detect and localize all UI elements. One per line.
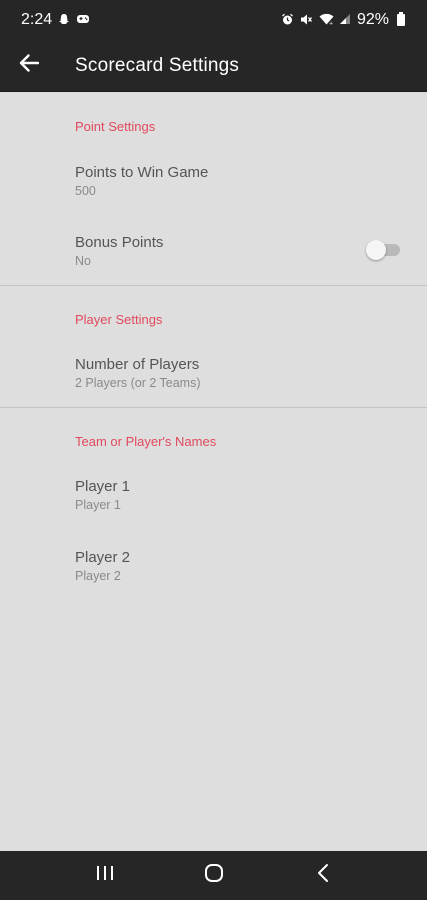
- toggle-thumb: [366, 240, 386, 260]
- pref-player-1[interactable]: Player 1 Player 1: [0, 464, 427, 534]
- home-icon: [204, 863, 224, 888]
- svg-text:+: +: [329, 21, 333, 25]
- bonus-points-toggle[interactable]: [366, 240, 400, 260]
- pref-title: Bonus Points: [75, 234, 164, 251]
- home-button[interactable]: [184, 851, 244, 900]
- pref-player-2[interactable]: Player 2 Player 2: [0, 535, 427, 605]
- status-right: + 92%: [281, 11, 405, 29]
- pref-summary: Player 2: [75, 569, 121, 583]
- section-header-names: Team or Player's Names: [75, 434, 217, 449]
- divider: [0, 407, 427, 408]
- app-bar: Scorecard Settings: [0, 40, 427, 92]
- back-button[interactable]: [0, 40, 60, 92]
- status-left: 2:24: [21, 11, 90, 29]
- section-header-player-settings: Player Settings: [75, 312, 163, 327]
- pref-title: Player 2: [75, 549, 131, 566]
- pref-title: Points to Win Game: [75, 164, 209, 181]
- mute-icon: [300, 13, 313, 28]
- back-arrow-icon: [19, 54, 40, 77]
- pref-points-to-win[interactable]: Points to Win Game 500: [0, 148, 427, 218]
- pref-bonus-points[interactable]: Bonus Points No: [0, 218, 427, 286]
- pref-summary: Player 1: [75, 498, 121, 512]
- pref-summary: No: [75, 254, 91, 268]
- wifi-icon: +: [319, 13, 334, 27]
- signal-icon: [339, 13, 351, 27]
- status-bar: 2:24 + 92%: [0, 0, 427, 40]
- battery-percent: 92%: [356, 11, 389, 28]
- pref-title: Player 1: [75, 478, 131, 495]
- navigation-bar: [0, 851, 427, 900]
- nav-back-button[interactable]: [293, 851, 353, 900]
- pref-summary: 2 Players (or 2 Teams): [75, 376, 201, 390]
- snapchat-icon: [58, 13, 70, 27]
- recents-button[interactable]: [75, 851, 135, 900]
- status-time: 2:24: [21, 11, 53, 28]
- battery-icon: [397, 12, 405, 26]
- settings-list: Point Settings Points to Win Game 500 Bo…: [0, 92, 427, 851]
- recents-icon: [96, 865, 114, 886]
- pref-title: Number of Players: [75, 356, 200, 373]
- divider: [0, 285, 427, 286]
- back-icon: [317, 863, 329, 888]
- alarm-icon: [281, 13, 294, 28]
- section-header-point-settings: Point Settings: [75, 119, 156, 134]
- page-title: Scorecard Settings: [75, 54, 240, 76]
- gamepad-icon: [76, 13, 90, 27]
- pref-number-of-players[interactable]: Number of Players 2 Players (or 2 Teams): [0, 342, 427, 407]
- pref-summary: 500: [75, 184, 96, 198]
